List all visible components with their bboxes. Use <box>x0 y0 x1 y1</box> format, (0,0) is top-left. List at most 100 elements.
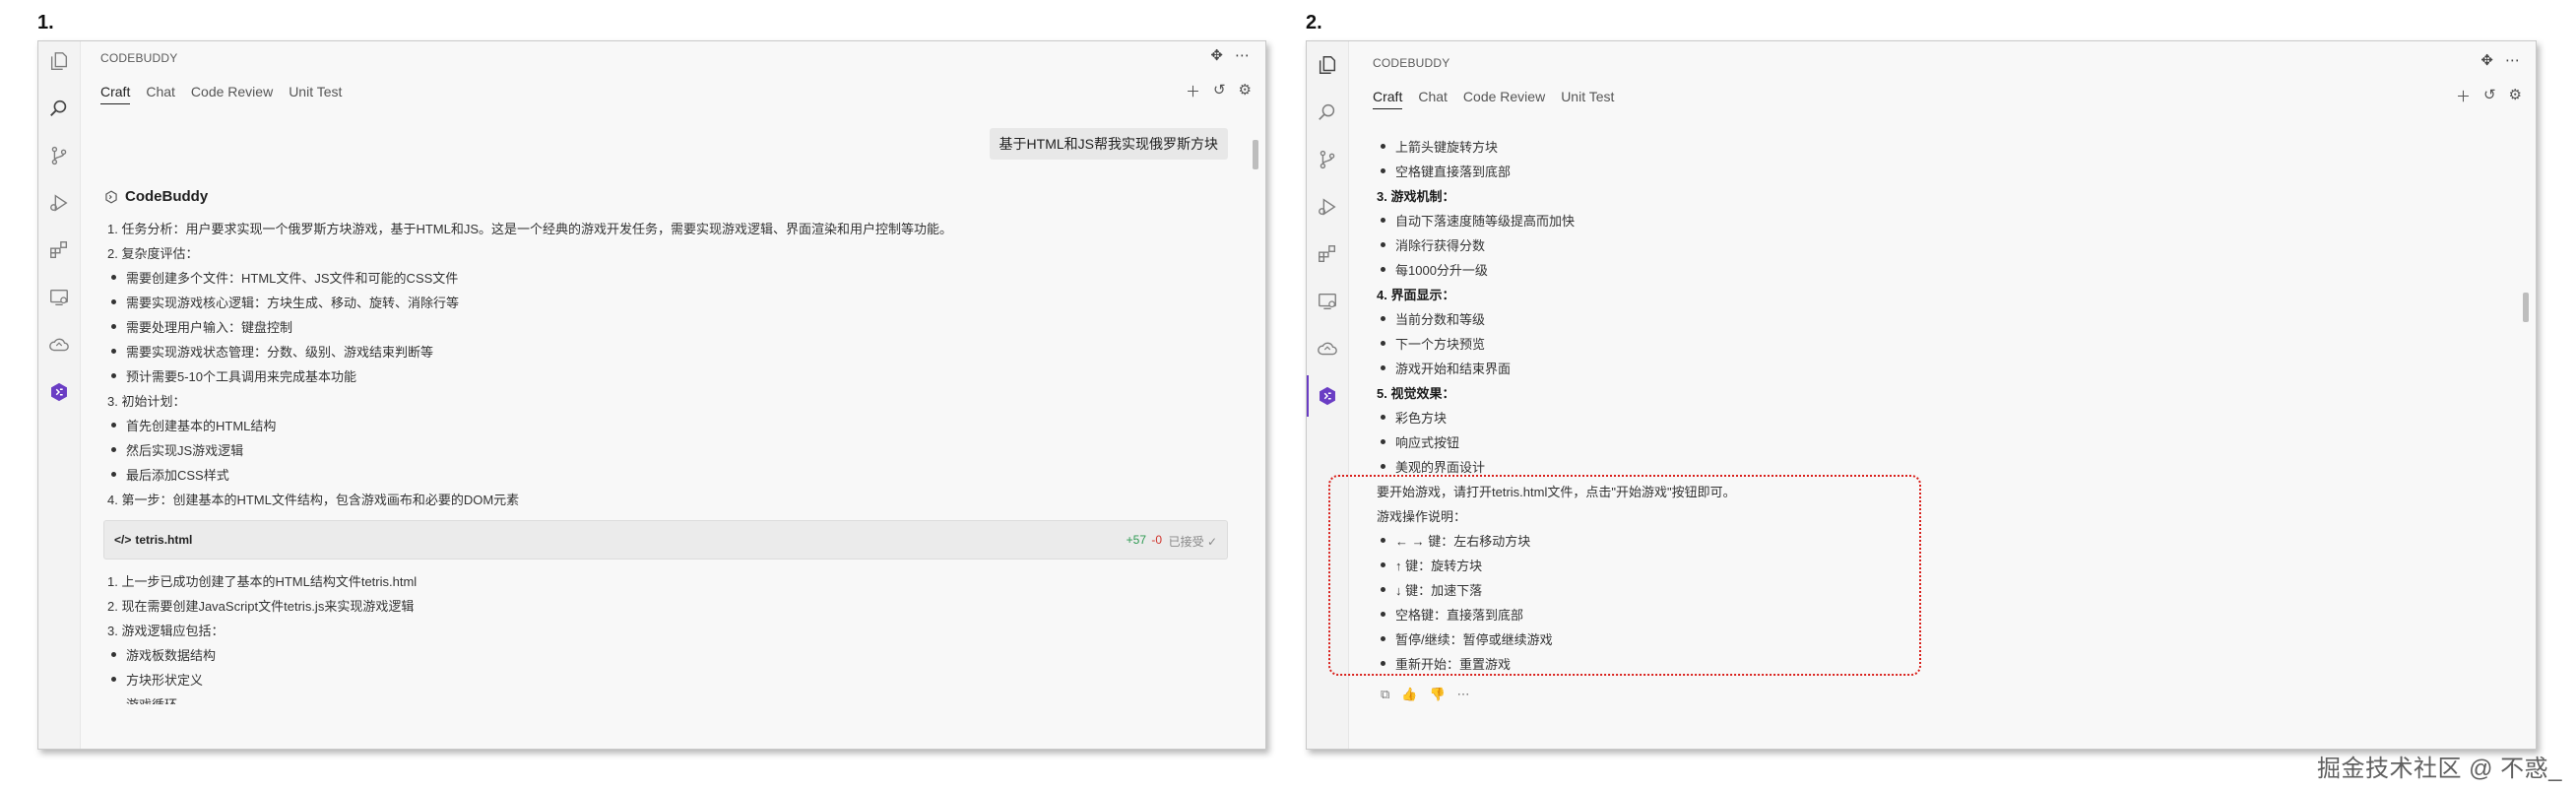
explorer-icon[interactable] <box>1316 53 1339 77</box>
list-item: 最后添加CSS样式 <box>111 465 229 484</box>
source-control-icon[interactable] <box>47 144 71 167</box>
thumbs-up-icon[interactable]: 👍 <box>1401 687 1417 702</box>
list-item: 首先创建基本的HTML结构 <box>110 416 276 434</box>
extensions-icon[interactable] <box>47 238 71 262</box>
response-line: 4. 第一步：创建基本的HTML文件结构，包含游戏画布和必要的DOM元素 <box>107 493 520 507</box>
section-heading: 4. 界面显示： <box>1377 288 1455 302</box>
move-icon[interactable]: ✥ <box>2480 51 2493 69</box>
code-icon: </> <box>114 533 132 547</box>
tab-craft[interactable]: Craft <box>100 84 131 104</box>
active-indicator <box>1307 375 1309 417</box>
lines-removed: -0 <box>1151 533 1162 547</box>
header-title: CODEBUDDY <box>100 51 178 65</box>
search-icon[interactable] <box>47 97 71 120</box>
plus-icon[interactable]: ＋ <box>2456 86 2471 106</box>
tab-chat[interactable]: Chat <box>146 84 175 104</box>
list-item: 美观的界面设计 <box>1380 457 1485 476</box>
search-icon[interactable] <box>1316 100 1339 124</box>
scrollbar-thumb[interactable] <box>1253 140 1258 169</box>
settings-icon[interactable]: ⚙ <box>2509 86 2522 106</box>
list-item: 下一个方块预览 <box>1380 334 1485 353</box>
codebuddy-icon[interactable] <box>47 380 71 404</box>
response-line: 1. 任务分析：用户要求实现一个俄罗斯方块游戏，基于HTML和JS。这是一个经典… <box>107 222 953 236</box>
list-item: 每1000分升一级 <box>1381 260 1488 279</box>
tab-code-review[interactable]: Code Review <box>191 84 273 104</box>
list-item: 自动下落速度随等级提高而加快 <box>1380 211 1575 230</box>
step-label-2: 2. <box>1306 12 1322 33</box>
remote-explorer-icon[interactable] <box>1316 290 1339 313</box>
tab-craft[interactable]: Craft <box>1373 89 1403 109</box>
response-line: 2. 现在需要创建JavaScript文件tetris.js来实现游戏逻辑 <box>107 599 415 614</box>
scrollbar-thumb[interactable] <box>2523 293 2529 322</box>
toolbar: ＋ ↺ ⚙ <box>1186 81 1252 101</box>
list-item: 彩色方块 <box>1380 408 1447 427</box>
thumbs-down-icon[interactable]: 👎 <box>1429 687 1445 702</box>
tab-bar: Craft Chat Code Review Unit Test <box>1373 89 1614 109</box>
list-item: 游戏开始和结束界面 <box>1380 359 1511 377</box>
list-item: 预计需要5-10个工具调用来完成基本功能 <box>110 366 356 385</box>
response-line: 3. 游戏逻辑应包括： <box>107 624 225 638</box>
settings-icon[interactable]: ⚙ <box>1239 81 1252 101</box>
list-item: 消除行获得分数 <box>1380 235 1485 254</box>
run-debug-icon[interactable] <box>47 191 71 215</box>
history-icon[interactable]: ↺ <box>1213 81 1226 101</box>
assistant-response: 1. 任务分析：用户要求实现一个俄罗斯方块游戏，基于HTML和JS。这是一个经典… <box>103 219 1250 749</box>
history-icon[interactable]: ↺ <box>2483 86 2496 106</box>
list-item: 游戏循环 <box>126 694 177 704</box>
step-label-1: 1. <box>37 12 54 33</box>
codebuddy-panel-2: CODEBUDDY ✥ ⋯ Craft Chat Code Review Uni… <box>1306 40 2537 750</box>
codebuddy-icon[interactable] <box>1316 384 1339 408</box>
list-item: 空格键直接落到底部 <box>1380 162 1511 180</box>
more-icon[interactable]: ⋯ <box>1235 46 1250 64</box>
cloud-icon[interactable] <box>1316 337 1339 361</box>
response-line: 2. 复杂度评估： <box>107 246 199 261</box>
list-item: 需要实现游戏状态管理：分数、级别、游戏结束判断等 <box>110 342 433 361</box>
feedback-bar: ⧉ 👍 👎 ⋯ <box>1381 687 1470 702</box>
list-item: 需要实现游戏核心逻辑：方块生成、移动、旋转、消除行等 <box>110 293 459 311</box>
list-item: 需要处理用户输入：键盘控制 <box>110 317 292 336</box>
more-icon[interactable]: ⋯ <box>2505 51 2520 69</box>
remote-explorer-icon[interactable] <box>47 286 71 309</box>
tab-code-review[interactable]: Code Review <box>1463 89 1545 109</box>
tab-bar: Craft Chat Code Review Unit Test <box>100 84 342 104</box>
lines-added: +57 <box>1126 533 1146 547</box>
assistant-brand: CodeBuddy <box>104 188 208 205</box>
list-item: 游戏板数据结构 <box>110 645 216 664</box>
move-icon[interactable]: ✥ <box>1210 46 1223 64</box>
codebuddy-panel-1: CODEBUDDY ✥ ⋯ Craft Chat Code Review Uni… <box>37 40 1266 750</box>
response-line: 3. 初始计划： <box>107 394 186 409</box>
user-message: 基于HTML和JS帮我实现俄罗斯方块 <box>989 128 1228 160</box>
codebuddy-logo-icon <box>105 189 117 204</box>
watermark: 掘金技术社区 @ 不惑_ <box>2316 756 2562 782</box>
file-name-text: tetris.html <box>135 533 193 547</box>
explorer-icon[interactable] <box>47 49 71 73</box>
list-item: 然后实现JS游戏逻辑 <box>110 440 243 459</box>
accept-status[interactable]: 已接受 ✓ <box>1169 533 1217 550</box>
section-heading: 5. 视觉效果： <box>1377 386 1455 401</box>
toolbar: ＋ ↺ ⚙ <box>2456 86 2522 106</box>
file-change-card[interactable]: </> tetris.html +57 -0 已接受 ✓ <box>103 520 1228 560</box>
header-actions: ✥ ⋯ <box>2480 51 2520 69</box>
cloud-icon[interactable] <box>47 333 71 357</box>
tab-unit-test[interactable]: Unit Test <box>289 84 342 104</box>
copy-icon[interactable]: ⧉ <box>1381 687 1389 702</box>
source-control-icon[interactable] <box>1316 148 1339 171</box>
response-line: 1. 上一步已成功创建了基本的HTML结构文件tetris.html <box>107 574 418 589</box>
list-item: 上箭头键旋转方块 <box>1380 137 1498 156</box>
tab-chat[interactable]: Chat <box>1418 89 1448 109</box>
header-title: CODEBUDDY <box>1373 56 1450 70</box>
more-icon[interactable]: ⋯ <box>1457 687 1470 702</box>
accept-status-text: 已接受 <box>1168 535 1204 549</box>
highlight-box <box>1328 475 1921 676</box>
file-name: </> tetris.html <box>114 533 192 547</box>
activity-bar <box>38 41 81 749</box>
tab-unit-test[interactable]: Unit Test <box>1561 89 1614 109</box>
extensions-icon[interactable] <box>1316 242 1339 266</box>
list-item: 当前分数和等级 <box>1380 309 1485 328</box>
brand-name: CodeBuddy <box>125 188 209 205</box>
list-item: 方块形状定义 <box>110 670 203 689</box>
run-debug-icon[interactable] <box>1316 195 1339 219</box>
list-item: 需要创建多个文件：HTML文件、JS文件和可能的CSS文件 <box>110 268 458 287</box>
plus-icon[interactable]: ＋ <box>1186 81 1200 101</box>
check-icon: ✓ <box>1206 535 1217 549</box>
